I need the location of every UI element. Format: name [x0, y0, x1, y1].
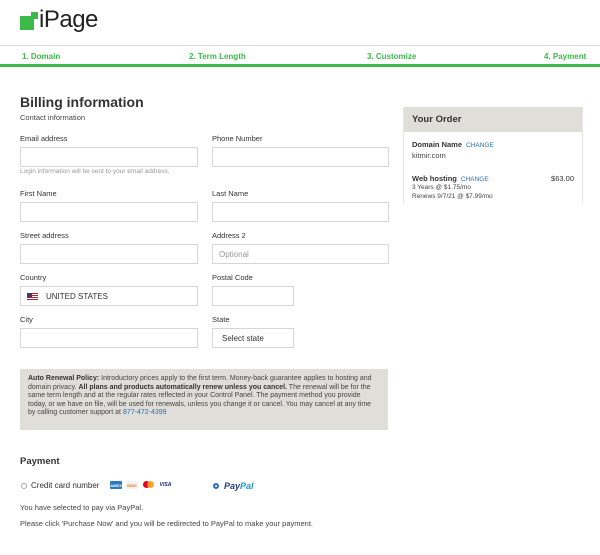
card-icons: AMEX DISC VISA: [110, 481, 173, 489]
step-term-length[interactable]: 2. Term Length: [189, 52, 246, 61]
state-select[interactable]: Select state: [212, 328, 294, 348]
postal-code-field[interactable]: [212, 286, 294, 306]
credit-card-radio[interactable]: [21, 483, 27, 489]
domain-change-link[interactable]: CHANGE: [466, 142, 494, 149]
last-name-label: Last Name: [212, 189, 249, 198]
web-hosting-label: Web hosting: [412, 174, 457, 183]
country-select[interactable]: UNITED STATES: [20, 286, 198, 306]
email-label: Email address: [20, 134, 68, 143]
paypal-redirect-note: Please click 'Purchase Now' and you will…: [20, 519, 314, 528]
city-field[interactable]: [20, 328, 198, 348]
paypal-logo[interactable]: PayPal: [224, 481, 254, 491]
hosting-price: $63.00: [551, 174, 574, 183]
first-name-field[interactable]: [20, 202, 198, 222]
credit-card-label[interactable]: Credit card number: [31, 481, 99, 490]
checkout-steps: 1. Domain 2. Term Length 3. Customize 4.…: [0, 45, 600, 67]
support-phone-link[interactable]: 877-472-4399: [123, 409, 167, 416]
address2-label: Address 2: [212, 231, 246, 240]
paypal-radio[interactable]: [213, 483, 219, 489]
web-hosting-row: Web hosting CHANGE: [412, 174, 489, 183]
step-domain[interactable]: 1. Domain: [22, 52, 60, 61]
us-flag-icon: [27, 292, 38, 300]
paypal-selected-note: You have selected to pay via PayPal.: [20, 503, 144, 512]
city-label: City: [20, 315, 33, 324]
step-customize[interactable]: 3. Customize: [367, 52, 416, 61]
first-name-label: First Name: [20, 189, 57, 198]
page-title: Billing information: [20, 94, 144, 110]
email-hint: Login information will be sent to your e…: [20, 168, 170, 175]
visa-icon: VISA: [159, 482, 172, 488]
discover-icon: DISC: [126, 481, 138, 489]
amex-icon: AMEX: [110, 481, 122, 489]
section-subtitle: Contact information: [20, 113, 86, 122]
country-label: Country: [20, 273, 47, 282]
state-label: State: [212, 315, 230, 324]
payment-title: Payment: [20, 456, 60, 467]
policy-heading: Auto Renewal Policy:: [28, 375, 100, 382]
policy-bold: All plans and products automatically ren…: [78, 383, 287, 391]
hosting-change-link[interactable]: CHANGE: [461, 176, 489, 183]
domain-value: kitmir.com: [412, 151, 446, 160]
order-summary: Your Order Domain Name CHANGE kitmir.com …: [403, 107, 583, 203]
ipage-logo[interactable]: iPage: [20, 6, 98, 34]
logo-text: iPage: [39, 6, 98, 33]
country-value: UNITED STATES: [46, 291, 108, 301]
step-payment[interactable]: 4. Payment: [544, 52, 586, 61]
email-field[interactable]: [20, 147, 198, 167]
postal-label: Postal Code: [212, 273, 253, 282]
auto-renewal-policy: Auto Renewal Policy: Introductory prices…: [20, 369, 388, 430]
domain-name-label: Domain Name: [412, 140, 463, 149]
mastercard-icon: [142, 481, 154, 489]
street-field[interactable]: [20, 244, 198, 264]
hosting-term: 3 Years @ $1.75/mo: [412, 184, 471, 191]
paypal-pay: Pay: [224, 481, 241, 491]
order-title: Your Order: [404, 107, 582, 132]
street-label: Street address: [20, 231, 69, 240]
paypal-pal: Pal: [240, 481, 254, 491]
ipage-logo-mark-icon: [20, 12, 38, 30]
domain-name-row: Domain Name CHANGE: [412, 140, 494, 149]
phone-label: Phone Number: [212, 134, 263, 143]
last-name-field[interactable]: [212, 202, 389, 222]
hosting-renewal: Renews 9/7/21 @ $7.99/mo: [412, 193, 493, 200]
phone-field[interactable]: [212, 147, 389, 167]
address2-field[interactable]: Optional: [212, 244, 389, 264]
